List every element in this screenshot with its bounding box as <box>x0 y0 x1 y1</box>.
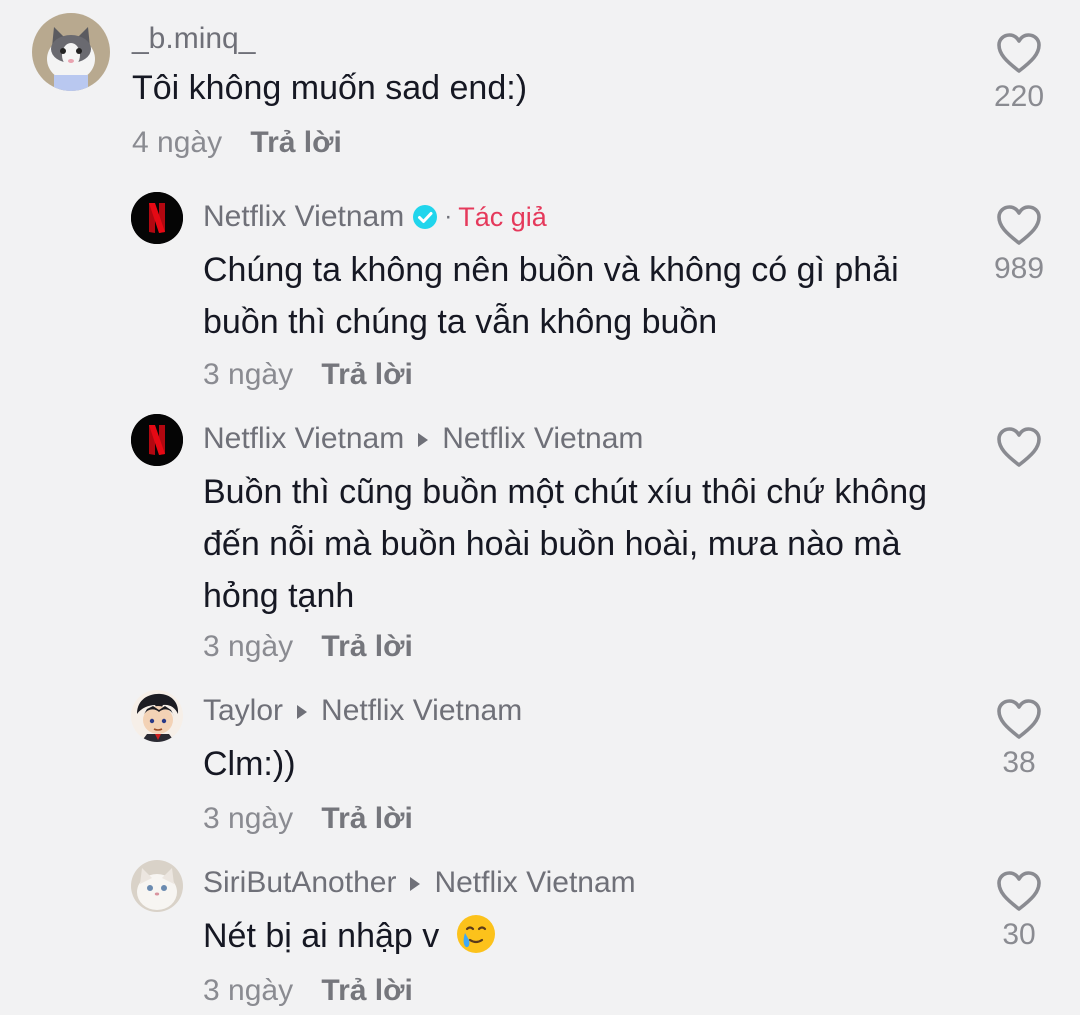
white-cat-avatar-icon <box>131 860 183 912</box>
like-button[interactable]: 220 <box>979 32 1059 114</box>
like-count: 30 <box>1002 918 1036 951</box>
like-count: 38 <box>1002 746 1036 779</box>
heart-icon[interactable] <box>996 204 1042 246</box>
heart-icon[interactable] <box>996 426 1042 468</box>
comment-meta: 4 ngày Trả lời <box>132 126 342 160</box>
comment-time: 4 ngày <box>132 126 223 159</box>
comment-text-content: Nét bị ai nhập v <box>203 917 440 955</box>
comment-username[interactable]: Netflix Vietnam · Tác giả <box>203 200 547 234</box>
comment-username[interactable]: SiriButAnother Netflix Vietnam <box>203 866 636 900</box>
comment-username[interactable]: _b.minq_ <box>132 22 255 56</box>
comment-username[interactable]: Taylor Netflix Vietnam <box>203 694 522 728</box>
comment-time: 3 ngày <box>203 358 294 391</box>
anime-character-avatar-icon <box>131 690 183 742</box>
avatar[interactable] <box>32 13 110 91</box>
reply-button[interactable]: Trả lời <box>250 126 341 159</box>
reply-to-username[interactable]: Netflix Vietnam <box>434 866 635 900</box>
comment-meta: 3 ngày Trả lời <box>203 974 413 1008</box>
comment-text: Buồn thì cũng buồn một chút xíu thôi chứ… <box>203 473 928 615</box>
reply-to-username[interactable]: Netflix Vietnam <box>321 694 522 728</box>
comment-time: 3 ngày <box>203 974 294 1007</box>
cat-avatar-icon <box>32 13 110 91</box>
crying-smile-emoji-icon <box>456 915 495 953</box>
verified-badge-icon <box>413 205 438 229</box>
avatar[interactable] <box>131 414 183 466</box>
avatar[interactable] <box>131 192 183 244</box>
username-text[interactable]: Netflix Vietnam <box>203 422 404 456</box>
reply-button[interactable]: Trả lời <box>321 974 412 1007</box>
comment-time: 3 ngày <box>203 802 294 835</box>
comment-meta: 3 ngày Trả lời <box>203 630 413 664</box>
like-count: 220 <box>993 80 1045 113</box>
comment-text: Clm:)) <box>203 745 296 783</box>
netflix-logo-icon <box>131 414 183 466</box>
reply-arrow-icon <box>410 877 421 891</box>
heart-icon[interactable] <box>996 698 1042 740</box>
username-text[interactable]: _b.minq_ <box>132 22 255 56</box>
heart-icon[interactable] <box>996 32 1042 74</box>
username-text[interactable]: Taylor <box>203 694 283 728</box>
netflix-logo-icon <box>131 192 183 244</box>
comment-meta: 3 ngày Trả lời <box>203 802 413 836</box>
comment-username[interactable]: Netflix Vietnam Netflix Vietnam <box>203 422 643 456</box>
comment-meta: 3 ngày Trả lời <box>203 358 413 392</box>
heart-icon[interactable] <box>996 870 1042 912</box>
comment-text: Chúng ta không nên buồn và không có gì p… <box>203 251 899 341</box>
like-button[interactable] <box>979 426 1059 474</box>
author-tag: Tác giả <box>458 201 547 232</box>
comment-text: Nét bị ai nhập v <box>203 910 923 962</box>
comment-time: 3 ngày <box>203 630 294 663</box>
avatar[interactable] <box>131 690 183 742</box>
comment-text: Tôi không muốn sad end:) <box>132 69 528 107</box>
like-count: 989 <box>993 252 1045 285</box>
avatar[interactable] <box>131 860 183 912</box>
reply-button[interactable]: Trả lời <box>321 358 412 391</box>
separator-dot: · <box>444 203 453 230</box>
like-button[interactable]: 989 <box>979 204 1059 286</box>
reply-arrow-icon <box>297 705 308 719</box>
username-text[interactable]: Netflix Vietnam <box>203 200 404 234</box>
like-button[interactable]: 38 <box>979 698 1059 780</box>
reply-button[interactable]: Trả lời <box>321 802 412 835</box>
reply-to-username[interactable]: Netflix Vietnam <box>442 422 643 456</box>
like-button[interactable]: 30 <box>979 870 1059 952</box>
username-text[interactable]: SiriButAnother <box>203 866 396 900</box>
reply-button[interactable]: Trả lời <box>321 630 412 663</box>
reply-arrow-icon <box>418 433 429 447</box>
